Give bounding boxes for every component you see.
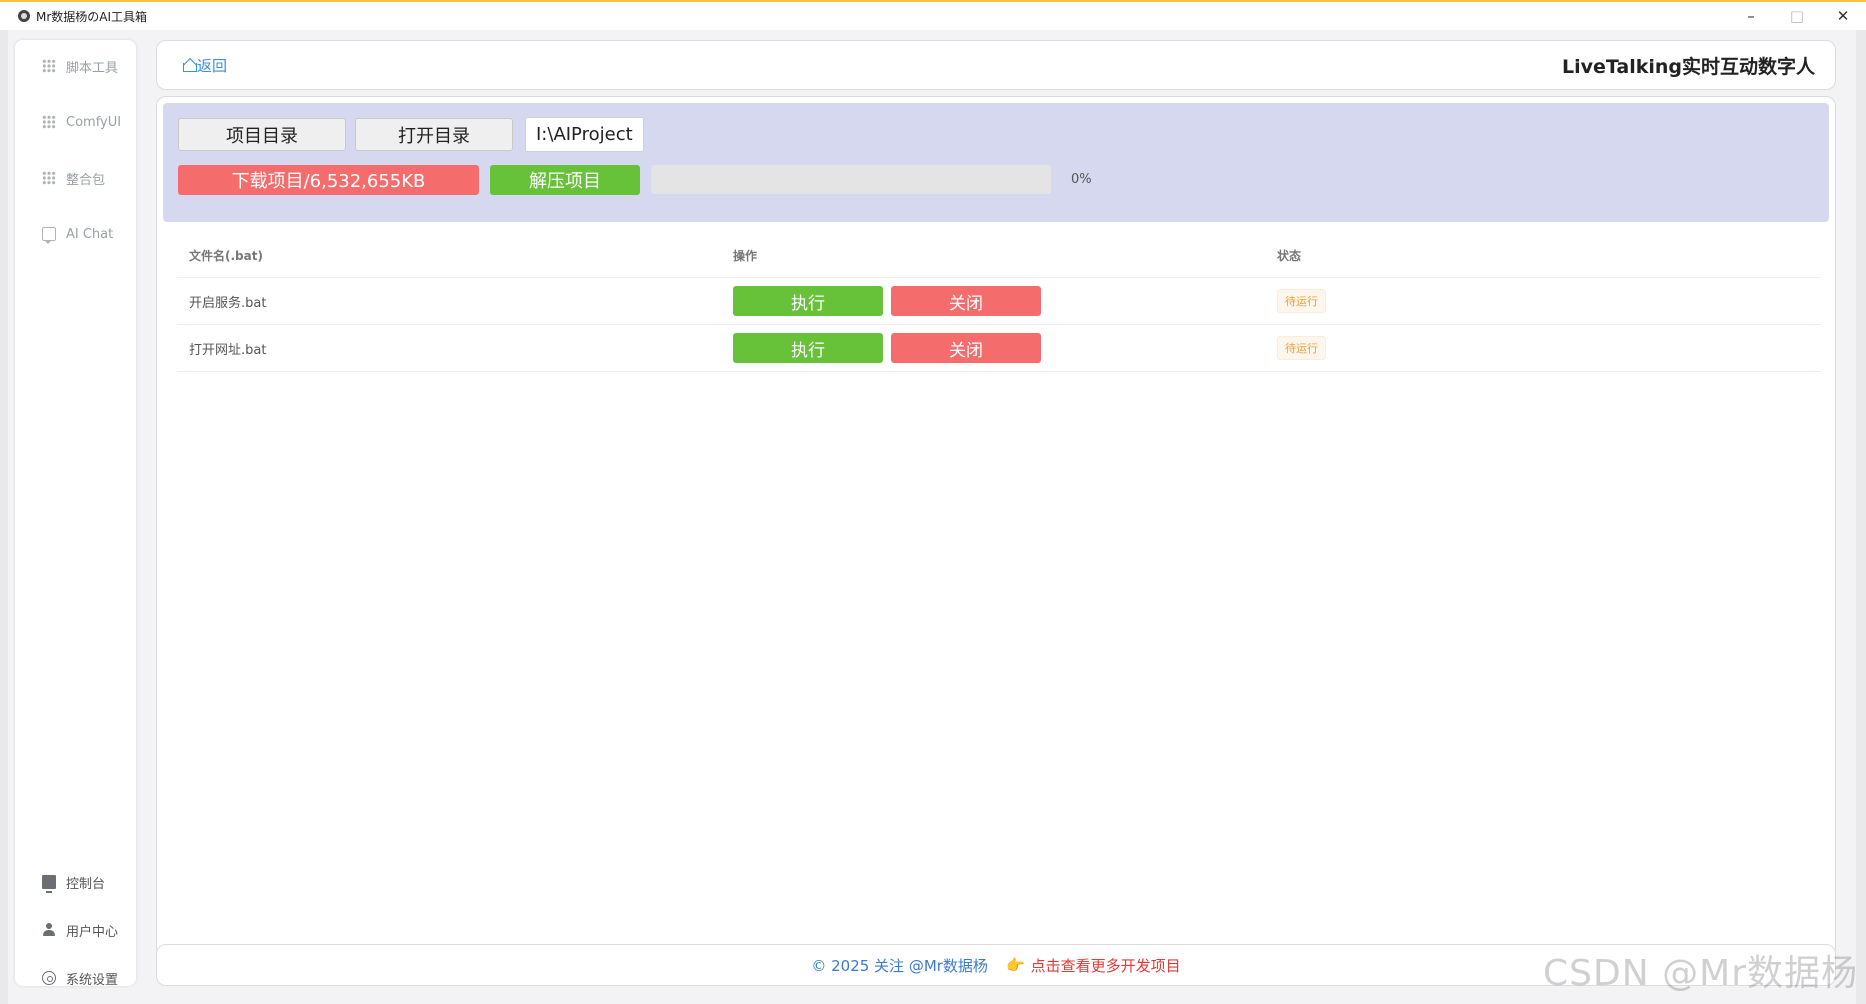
- status-badge: 待运行: [1277, 336, 1326, 360]
- stop-button[interactable]: 关闭: [891, 333, 1041, 363]
- chat-icon: [42, 227, 56, 244]
- sidebar-item-console[interactable]: 控制台: [15, 864, 136, 900]
- column-header-filename: 文件名(.bat): [189, 248, 263, 263]
- sidebar-item-comfyui[interactable]: ComfyUI: [15, 104, 136, 140]
- column-header-actions: 操作: [733, 248, 758, 263]
- gear-icon: [42, 971, 56, 985]
- sidebar-item-settings[interactable]: 系统设置: [15, 960, 136, 996]
- header-bar: 返回 LiveTalking实时互动数字人: [156, 40, 1836, 90]
- status-cell: 待运行: [1277, 278, 1326, 324]
- sidebar-item-label: 用户中心: [66, 924, 119, 940]
- project-path-display: I:\AIProject: [525, 117, 644, 152]
- run-button[interactable]: 执行: [733, 286, 883, 316]
- file-name: 打开网址.bat: [189, 342, 267, 358]
- project-toolbar: 项目目录 打开目录 I:\AIProject 下载项目/6,532,655KB …: [163, 103, 1829, 222]
- project-dir-button[interactable]: 项目目录: [178, 118, 346, 151]
- row-actions: 执行 关闭: [733, 278, 1049, 324]
- grid-icon: [42, 171, 56, 185]
- progress-percent: 0%: [1071, 172, 1092, 187]
- bat-file-table: 文件名(.bat) 操作 状态 开启服务.bat 执行 关闭 待运行 打开网址.…: [177, 233, 1821, 372]
- monitor-icon: [42, 875, 56, 893]
- more-projects-link[interactable]: 点击查看更多开发项目: [1031, 955, 1181, 976]
- extract-project-button[interactable]: 解压项目: [490, 165, 640, 195]
- sidebar-item-bundles[interactable]: 整合包: [15, 160, 136, 196]
- download-progress-bar: [651, 165, 1051, 194]
- stop-button[interactable]: 关闭: [891, 286, 1041, 316]
- run-button[interactable]: 执行: [733, 333, 883, 363]
- app-window: 脚本工具 ComfyUI 整合包 AI Chat 控制台 用户中心 系统设置 返…: [8, 30, 1856, 1004]
- csdn-watermark: CSDN @Mr数据杨: [1543, 953, 1858, 994]
- grid-icon: [42, 59, 56, 73]
- home-icon: [183, 59, 197, 72]
- window-title: Mr数据杨のAI工具箱: [36, 9, 148, 24]
- status-badge: 待运行: [1277, 289, 1326, 313]
- sidebar-item-label: 控制台: [66, 876, 106, 892]
- title-bar: Mr数据杨のAI工具箱 – □ ✕: [0, 0, 1866, 30]
- minimize-button[interactable]: –: [1728, 2, 1774, 30]
- open-dir-button[interactable]: 打开目录: [355, 118, 513, 151]
- column-header-status: 状态: [1277, 248, 1302, 263]
- sidebar-item-label: AI Chat: [66, 226, 114, 242]
- close-window-button[interactable]: ✕: [1820, 2, 1866, 30]
- sidebar-item-label: 系统设置: [66, 972, 119, 988]
- file-name: 开启服务.bat: [189, 295, 267, 311]
- user-icon: [42, 923, 56, 937]
- sidebar-item-label: 脚本工具: [66, 60, 119, 76]
- status-cell: 待运行: [1277, 325, 1326, 371]
- sidebar-item-script-tools[interactable]: 脚本工具: [15, 48, 136, 84]
- sidebar-item-user-center[interactable]: 用户中心: [15, 912, 136, 948]
- download-project-button[interactable]: 下载项目/6,532,655KB: [178, 165, 479, 195]
- pointing-hand-icon: 👉: [1005, 956, 1025, 974]
- window-controls: – □ ✕: [1728, 2, 1866, 30]
- back-link[interactable]: 返回: [183, 55, 227, 76]
- sidebar-item-label: 整合包: [66, 172, 106, 188]
- row-actions: 执行 关闭: [733, 325, 1049, 371]
- sidebar: 脚本工具 ComfyUI 整合包 AI Chat 控制台 用户中心 系统设置: [15, 40, 136, 988]
- sidebar-item-label: ComfyUI: [66, 114, 122, 130]
- page-title: LiveTalking实时互动数字人: [1561, 55, 1815, 78]
- table-row: 开启服务.bat 执行 关闭 待运行: [177, 278, 1821, 325]
- app-icon: [18, 10, 30, 22]
- table-header-row: 文件名(.bat) 操作 状态: [177, 233, 1821, 278]
- table-row: 打开网址.bat 执行 关闭 待运行: [177, 325, 1821, 372]
- copyright-text: © 2025 关注 @Mr数据杨: [811, 956, 988, 975]
- main-panel: 项目目录 打开目录 I:\AIProject 下载项目/6,532,655KB …: [156, 96, 1836, 958]
- maximize-button[interactable]: □: [1774, 2, 1820, 30]
- sidebar-item-ai-chat[interactable]: AI Chat: [15, 216, 136, 252]
- back-label: 返回: [197, 56, 228, 75]
- grid-icon: [42, 115, 56, 129]
